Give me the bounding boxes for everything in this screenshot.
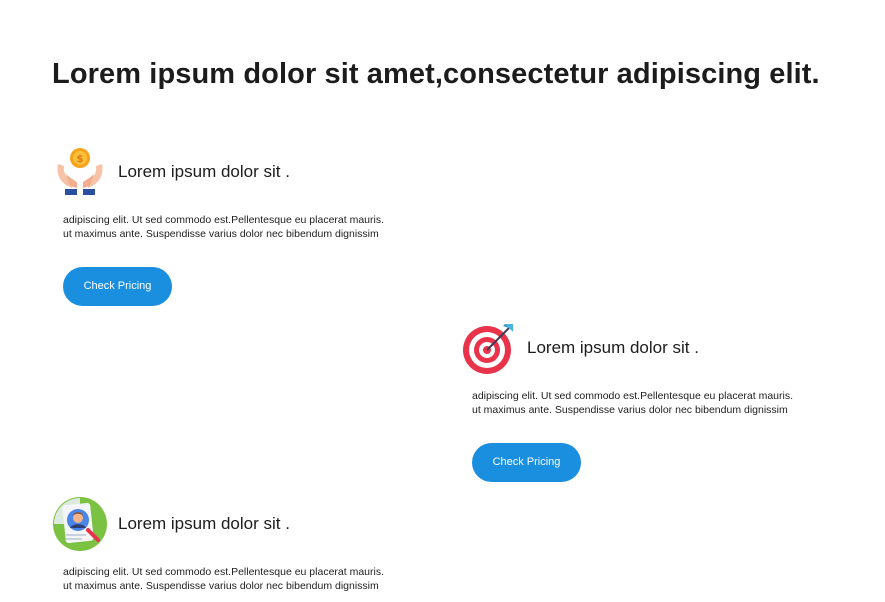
feature-card-1: $ Lorem ipsum dolor sit . adipiscing eli… [52,143,432,306]
feature-description: adipiscing elit. Ut sed commodo est.Pell… [63,213,423,241]
feature-card-2: Lorem ipsum dolor sit . adipiscing elit.… [461,319,841,482]
svg-text:$: $ [77,154,84,165]
feature-description: adipiscing elit. Ut sed commodo est.Pell… [63,565,423,593]
feature-card-3: Lorem ipsum dolor sit . adipiscing elit.… [52,495,432,593]
hands-coin-icon: $ [52,144,108,200]
feature-header: $ Lorem ipsum dolor sit . [52,143,432,201]
page-headline: Lorem ipsum dolor sit amet,consectetur a… [52,58,820,90]
feature-title: Lorem ipsum dolor sit . [527,338,699,357]
target-dart-icon [461,320,517,376]
check-pricing-button[interactable]: Check Pricing [472,443,581,482]
feature-description-line: ut maximus ante. Suspendisse varius dolo… [63,228,379,240]
feature-header: Lorem ipsum dolor sit . [52,495,432,553]
feature-description-line: ut maximus ante. Suspendisse varius dolo… [63,580,379,592]
feature-header: Lorem ipsum dolor sit . [461,319,841,377]
check-pricing-button[interactable]: Check Pricing [63,267,172,306]
feature-description: adipiscing elit. Ut sed commodo est.Pell… [472,389,832,417]
feature-description-line: adipiscing elit. Ut sed commodo est.Pell… [63,214,384,226]
feature-description-line: ut maximus ante. Suspendisse varius dolo… [472,404,788,416]
feature-description-line: adipiscing elit. Ut sed commodo est.Pell… [63,566,384,578]
feature-title: Lorem ipsum dolor sit . [118,514,290,533]
page: Lorem ipsum dolor sit amet,consectetur a… [0,0,885,602]
profile-search-icon [52,496,108,552]
feature-title: Lorem ipsum dolor sit . [118,162,290,181]
feature-description-line: adipiscing elit. Ut sed commodo est.Pell… [472,390,793,402]
